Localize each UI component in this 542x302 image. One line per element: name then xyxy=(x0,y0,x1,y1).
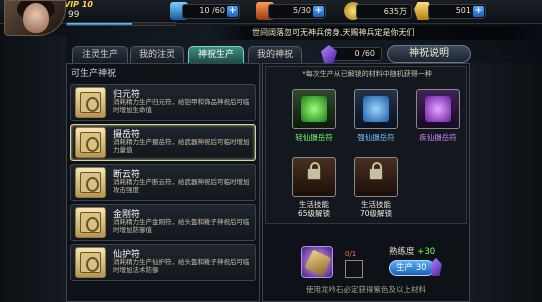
result-slot-green[interactable] xyxy=(292,89,336,129)
energy-plus-button[interactable]: + xyxy=(227,6,238,17)
talisman-icon-glyph xyxy=(80,212,101,233)
item-desc: 消耗精力生产摄岳符，给武器神祝后可临时增加力量值 xyxy=(113,138,250,154)
energy-stat: 10 /60 + xyxy=(182,4,240,19)
item-desc: 消耗精力生产仙护符，给头盔和靴子神祝后可临时增加法术防御 xyxy=(113,258,250,274)
proficiency-value: +30 xyxy=(417,247,436,257)
result-slot-purple[interactable] xyxy=(416,89,460,129)
gold-value: 635万 xyxy=(383,7,407,16)
material-checkbox[interactable] xyxy=(345,260,363,278)
vip-badge: VIP 10 xyxy=(64,0,93,9)
energy-value: 10 /60 xyxy=(199,6,225,15)
player-level: 99 xyxy=(68,10,80,20)
talisman-icon-glyph xyxy=(80,132,101,153)
material-count: 0/1 xyxy=(345,250,357,258)
dragon-stone-slot[interactable] xyxy=(301,246,333,278)
dragon-stone-icon xyxy=(304,249,332,277)
tab-my-blessing[interactable]: 我的神祝 xyxy=(248,46,302,63)
possible-results-area: *每次生产从已解锁的材料中随机获得一种 轻仙摄岳符 强仙摄岳符 疾仙摄岳符 生活… xyxy=(265,66,467,224)
list-item[interactable]: 归元符 消耗精力生产归元符，给铠甲和饰品神祝后可临时增加生命值 xyxy=(70,84,256,121)
stamina-value: 5/30 xyxy=(293,6,311,15)
list-title: 可生产神祝 xyxy=(71,69,117,79)
locked-label-line2: 70级解锁 xyxy=(359,209,393,218)
lock-icon xyxy=(307,162,321,180)
locked-label-line1: 生活技能 xyxy=(299,200,329,209)
locked-label-line2: 65级解锁 xyxy=(297,209,331,218)
ingot-value: 501 xyxy=(455,6,471,15)
talisman-icon xyxy=(75,207,106,238)
proficiency-label: 熟练度 xyxy=(389,247,415,257)
producible-list-panel: 可生产神祝 归元符 消耗精力生产归元符，给铠甲和饰品神祝后可临时增加生命值 摄岳… xyxy=(66,63,260,302)
player-avatar[interactable] xyxy=(4,0,66,36)
produce-label: 生产 30 xyxy=(396,263,427,273)
help-button[interactable]: 神祝说明 xyxy=(387,45,471,63)
tab-my-infuse[interactable]: 我的注灵 xyxy=(130,46,184,63)
footnote: 使用龙吟石必定获得紫色及以上材料 xyxy=(306,285,426,294)
ingot-stat: 501 + xyxy=(428,4,486,19)
result-label: 疾仙摄岳符 xyxy=(419,133,457,142)
game-screen: VIP 10 99 10 /60 + 5/30 + 635万 501 + 世间阔落忽可… xyxy=(0,0,542,302)
random-note: *每次生产从已解锁的材料中随机获得一种 xyxy=(302,70,432,78)
stamina-stat: 5/30 + xyxy=(268,4,326,19)
production-controls: 0/1 熟练度 +30 生产 30 使用龙吟石必定获得紫色及以上材料 xyxy=(265,228,467,298)
right-backdrop xyxy=(470,63,542,302)
result-slot-blue[interactable] xyxy=(354,89,398,129)
avatar-face xyxy=(23,3,49,33)
stamina-plus-button[interactable]: + xyxy=(313,6,324,17)
tab-blessing-produce[interactable]: 神祝生产 xyxy=(188,46,244,63)
spirit-gem-icon xyxy=(430,258,442,276)
result-label: 轻仙摄岳符 xyxy=(295,133,333,142)
gold-stat: 635万 xyxy=(356,4,412,19)
list-item[interactable]: 摄岳符 消耗精力生产摄岳符，给武器神祝后可临时增加力量值 xyxy=(70,124,256,161)
locked-label: 生活技能 70级解锁 xyxy=(346,200,406,218)
proficiency: 熟练度 +30 xyxy=(389,245,435,257)
blue-talisman-icon xyxy=(363,96,389,122)
ingot-plus-button[interactable]: + xyxy=(473,6,484,17)
locked-label: 生活技能 65级解锁 xyxy=(284,200,344,218)
locked-label-line1: 生活技能 xyxy=(361,200,391,209)
talisman-icon xyxy=(75,127,106,158)
talisman-icon-glyph xyxy=(80,172,101,193)
announcement-marquee: 世间阔落忽可无神兵傍身,天赐神兵定是你无们 xyxy=(212,26,542,40)
left-backdrop xyxy=(0,36,66,302)
item-desc: 消耗精力生产归元符，给铠甲和饰品神祝后可临时增加生命值 xyxy=(113,98,250,114)
blessing-counter: 0 /60 xyxy=(321,45,382,63)
talisman-icon-glyph xyxy=(80,92,101,113)
talisman-icon-glyph xyxy=(80,252,101,273)
purple-talisman-icon xyxy=(425,96,451,122)
talisman-icon xyxy=(75,247,106,278)
result-label: 强仙摄岳符 xyxy=(357,133,395,142)
item-desc: 消耗精力生产断云符，给武器神祝后可临时增加攻击强度 xyxy=(113,178,250,194)
exp-bar-fill xyxy=(67,23,132,25)
produce-button[interactable]: 生产 30 xyxy=(389,258,442,276)
list-item[interactable]: 断云符 消耗精力生产断云符，给武器神祝后可临时增加攻击强度 xyxy=(70,164,256,201)
list-item[interactable]: 仙护符 消耗精力生产仙护符，给头盔和靴子神祝后可临时增加法术防御 xyxy=(70,244,256,281)
item-desc: 消耗精力生产金刚符，给头盔和靴子神祝后可临时增加防御值 xyxy=(113,218,250,234)
exp-bar xyxy=(66,22,176,26)
talisman-icon xyxy=(75,87,106,118)
counter-value: 0 /60 xyxy=(354,49,375,58)
spirit-gem-icon xyxy=(321,45,337,63)
talisman-icon xyxy=(75,167,106,198)
locked-slot[interactable] xyxy=(292,157,336,197)
list-item[interactable]: 金刚符 消耗精力生产金刚符，给头盔和靴子神祝后可临时增加防御值 xyxy=(70,204,256,241)
production-detail-panel: *每次生产从已解锁的材料中随机获得一种 轻仙摄岳符 强仙摄岳符 疾仙摄岳符 生活… xyxy=(262,63,470,302)
locked-slot[interactable] xyxy=(354,157,398,197)
lock-icon xyxy=(369,162,383,180)
green-talisman-icon xyxy=(301,96,327,122)
tab-infuse-produce[interactable]: 注灵生产 xyxy=(72,46,128,63)
